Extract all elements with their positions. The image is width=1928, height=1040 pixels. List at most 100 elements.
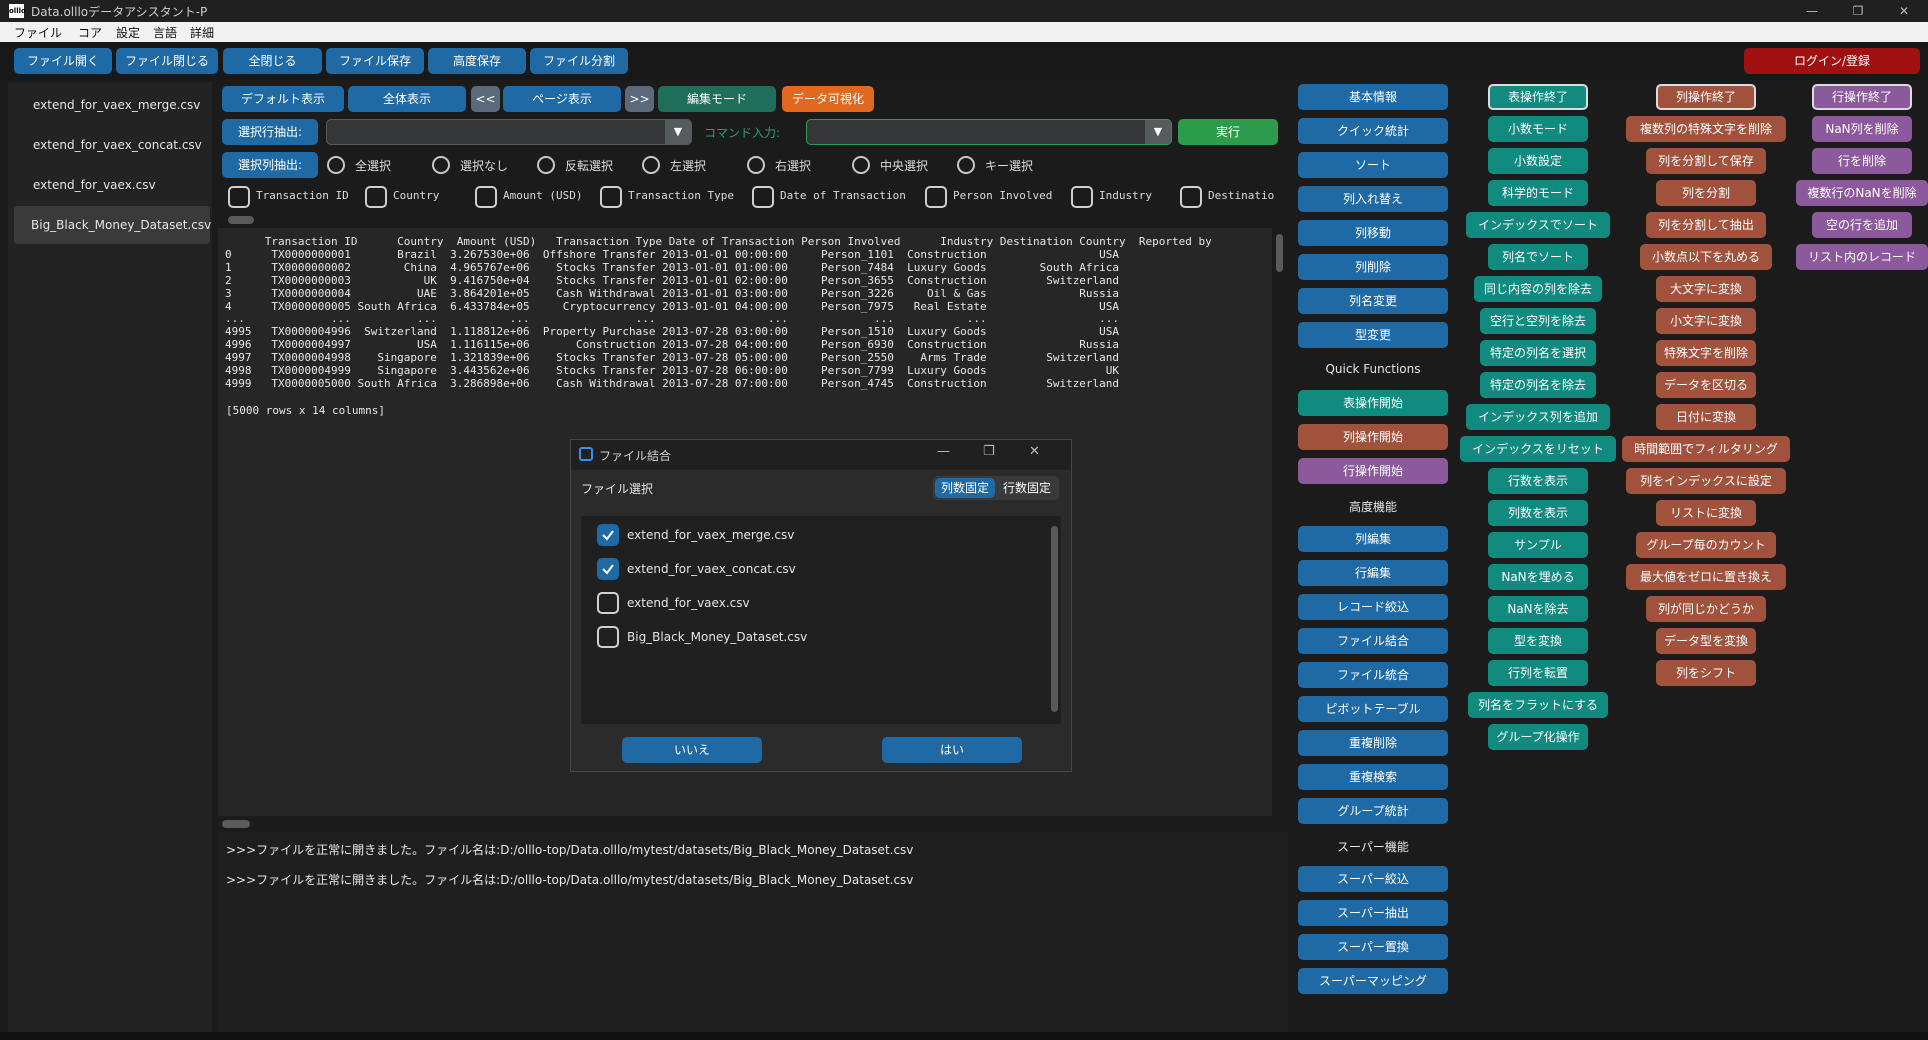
- close-icon[interactable]: ✕: [1881, 0, 1927, 22]
- maximize-icon[interactable]: ❐: [983, 444, 995, 459]
- sidebar-file-item[interactable]: extend_for_vaex.csv: [16, 166, 212, 204]
- table-op-start-button[interactable]: 表操作開始: [1298, 390, 1448, 416]
- close-all-button[interactable]: 全閉じる: [223, 48, 322, 74]
- file-list-scrollbar[interactable]: [1051, 526, 1058, 712]
- group-stats-button[interactable]: グループ統計: [1298, 798, 1448, 824]
- to-list-button[interactable]: リストに変換: [1656, 500, 1756, 526]
- show-column-count-button[interactable]: 列数を表示: [1488, 500, 1588, 526]
- fill-nan-button[interactable]: NaNを埋める: [1488, 564, 1588, 590]
- file-checkbox-checked[interactable]: [597, 524, 619, 546]
- group-count-button[interactable]: グループ毎のカウント: [1636, 532, 1776, 558]
- column-edit-button[interactable]: 列編集: [1298, 526, 1448, 552]
- max-to-zero-button[interactable]: 最大値をゼロに置き換え: [1626, 564, 1786, 590]
- menu-details[interactable]: 詳細: [190, 24, 214, 41]
- list-records-button[interactable]: リスト内のレコード: [1796, 244, 1928, 270]
- radio-center[interactable]: [852, 156, 870, 174]
- sort-button[interactable]: ソート: [1298, 152, 1448, 178]
- column-checkbox[interactable]: [925, 186, 947, 208]
- remove-empty-button[interactable]: 空行と空列を除去: [1480, 308, 1596, 334]
- swap-columns-button[interactable]: 列入れ替え: [1298, 186, 1448, 212]
- radio-right[interactable]: [747, 156, 765, 174]
- split-file-button[interactable]: ファイル分割: [530, 48, 628, 74]
- drop-nan-columns-button[interactable]: NaN列を削除: [1812, 116, 1912, 142]
- remove-duplicates-button[interactable]: 重複削除: [1298, 730, 1448, 756]
- column-checkbox[interactable]: [475, 186, 497, 208]
- columns-scrollbar[interactable]: [228, 216, 254, 224]
- set-index-column-button[interactable]: 列をインデックスに設定: [1626, 468, 1786, 494]
- table-hscroll[interactable]: [222, 820, 250, 828]
- radio-select-none[interactable]: [432, 156, 450, 174]
- file-checkbox[interactable]: [597, 592, 619, 614]
- minimize-icon[interactable]: —: [937, 444, 950, 459]
- default-view-button[interactable]: デフォルト表示: [222, 86, 344, 112]
- close-file-button[interactable]: ファイル閉じる: [116, 48, 218, 74]
- pivot-table-button[interactable]: ピボットテーブル: [1298, 696, 1448, 722]
- delimit-data-button[interactable]: データを区切る: [1656, 372, 1756, 398]
- page-view-button[interactable]: ページ表示: [503, 86, 621, 112]
- file-merge-button[interactable]: ファイル結合: [1298, 628, 1448, 654]
- round-decimals-button[interactable]: 小数点以下を丸める: [1640, 244, 1772, 270]
- split-column-button[interactable]: 列を分割: [1656, 180, 1756, 206]
- add-index-column-button[interactable]: インデックス列を追加: [1466, 404, 1610, 430]
- column-fixed-option[interactable]: 列数固定: [935, 478, 995, 498]
- radio-select-all[interactable]: [327, 156, 345, 174]
- menu-settings[interactable]: 設定: [116, 24, 140, 41]
- open-file-button[interactable]: ファイル開く: [14, 48, 112, 74]
- time-range-filter-button[interactable]: 時間範囲でフィルタリング: [1622, 436, 1790, 462]
- yes-button[interactable]: はい: [882, 737, 1022, 763]
- add-empty-row-button[interactable]: 空の行を追加: [1812, 212, 1912, 238]
- table-vscroll[interactable]: [1276, 234, 1283, 272]
- column-checkbox[interactable]: [1071, 186, 1093, 208]
- no-button[interactable]: いいえ: [622, 737, 762, 763]
- full-view-button[interactable]: 全体表示: [348, 86, 466, 112]
- column-checkbox[interactable]: [600, 186, 622, 208]
- advanced-save-button[interactable]: 高度保存: [428, 48, 526, 74]
- split-save-column-button[interactable]: 列を分割して保存: [1646, 148, 1766, 174]
- sidebar-file-item[interactable]: extend_for_vaex_merge.csv: [16, 86, 212, 124]
- record-filter-button[interactable]: レコード絞込: [1298, 594, 1448, 620]
- column-checkbox[interactable]: [365, 186, 387, 208]
- to-uppercase-button[interactable]: 大文字に変換: [1656, 276, 1756, 302]
- chevron-down-icon[interactable]: ▼: [1145, 120, 1171, 144]
- decimal-mode-button[interactable]: 小数モード: [1488, 116, 1588, 142]
- super-mapping-button[interactable]: スーパーマッピング: [1298, 968, 1448, 994]
- row-op-end-button[interactable]: 行操作終了: [1812, 84, 1912, 110]
- super-filter-button[interactable]: スーパー絞込: [1298, 866, 1448, 892]
- find-duplicates-button[interactable]: 重複検索: [1298, 764, 1448, 790]
- groupby-op-button[interactable]: グループ化操作: [1488, 724, 1588, 750]
- radio-left[interactable]: [642, 156, 660, 174]
- prev-page-button[interactable]: <<: [471, 86, 500, 112]
- reset-index-button[interactable]: インデックスをリセット: [1460, 436, 1616, 462]
- minimize-icon[interactable]: —: [1789, 0, 1835, 22]
- sort-by-colname-button[interactable]: 列名でソート: [1488, 244, 1588, 270]
- row-fixed-option[interactable]: 行数固定: [997, 478, 1057, 498]
- decimal-setting-button[interactable]: 小数設定: [1488, 148, 1588, 174]
- sort-by-index-button[interactable]: インデックスでソート: [1466, 212, 1610, 238]
- run-button[interactable]: 実行: [1178, 119, 1278, 145]
- convert-type-button[interactable]: 型を変換: [1488, 628, 1588, 654]
- edit-mode-button[interactable]: 編集モード: [658, 86, 776, 112]
- shift-column-button[interactable]: 列をシフト: [1656, 660, 1756, 686]
- row-extract-combo[interactable]: ▼: [326, 119, 692, 145]
- to-lowercase-button[interactable]: 小文字に変換: [1656, 308, 1756, 334]
- remove-special-chars-button[interactable]: 特殊文字を削除: [1656, 340, 1756, 366]
- column-op-start-button[interactable]: 列操作開始: [1298, 424, 1448, 450]
- drop-nan-rows-button[interactable]: 複数行のNaNを削除: [1796, 180, 1928, 206]
- basic-info-button[interactable]: 基本情報: [1298, 84, 1448, 110]
- scientific-mode-button[interactable]: 科学的モード: [1488, 180, 1588, 206]
- file-checkbox-checked[interactable]: [597, 558, 619, 580]
- file-checkbox[interactable]: [597, 626, 619, 648]
- remove-special-chars-multi-button[interactable]: 複数列の特殊文字を削除: [1626, 116, 1786, 142]
- column-op-end-button[interactable]: 列操作終了: [1656, 84, 1756, 110]
- sidebar-file-item-active[interactable]: Big_Black_Money_Dataset.csv: [14, 206, 211, 244]
- row-op-start-button[interactable]: 行操作開始: [1298, 458, 1448, 484]
- file-integrate-button[interactable]: ファイル統合: [1298, 662, 1448, 688]
- radio-invert[interactable]: [537, 156, 555, 174]
- column-checkbox[interactable]: [228, 186, 250, 208]
- column-checkbox[interactable]: [1180, 186, 1202, 208]
- menu-core[interactable]: コア: [78, 24, 102, 41]
- table-op-end-button[interactable]: 表操作終了: [1488, 84, 1588, 110]
- sample-button[interactable]: サンプル: [1488, 532, 1588, 558]
- menu-language[interactable]: 言語: [153, 24, 177, 41]
- delete-column-button[interactable]: 列削除: [1298, 254, 1448, 280]
